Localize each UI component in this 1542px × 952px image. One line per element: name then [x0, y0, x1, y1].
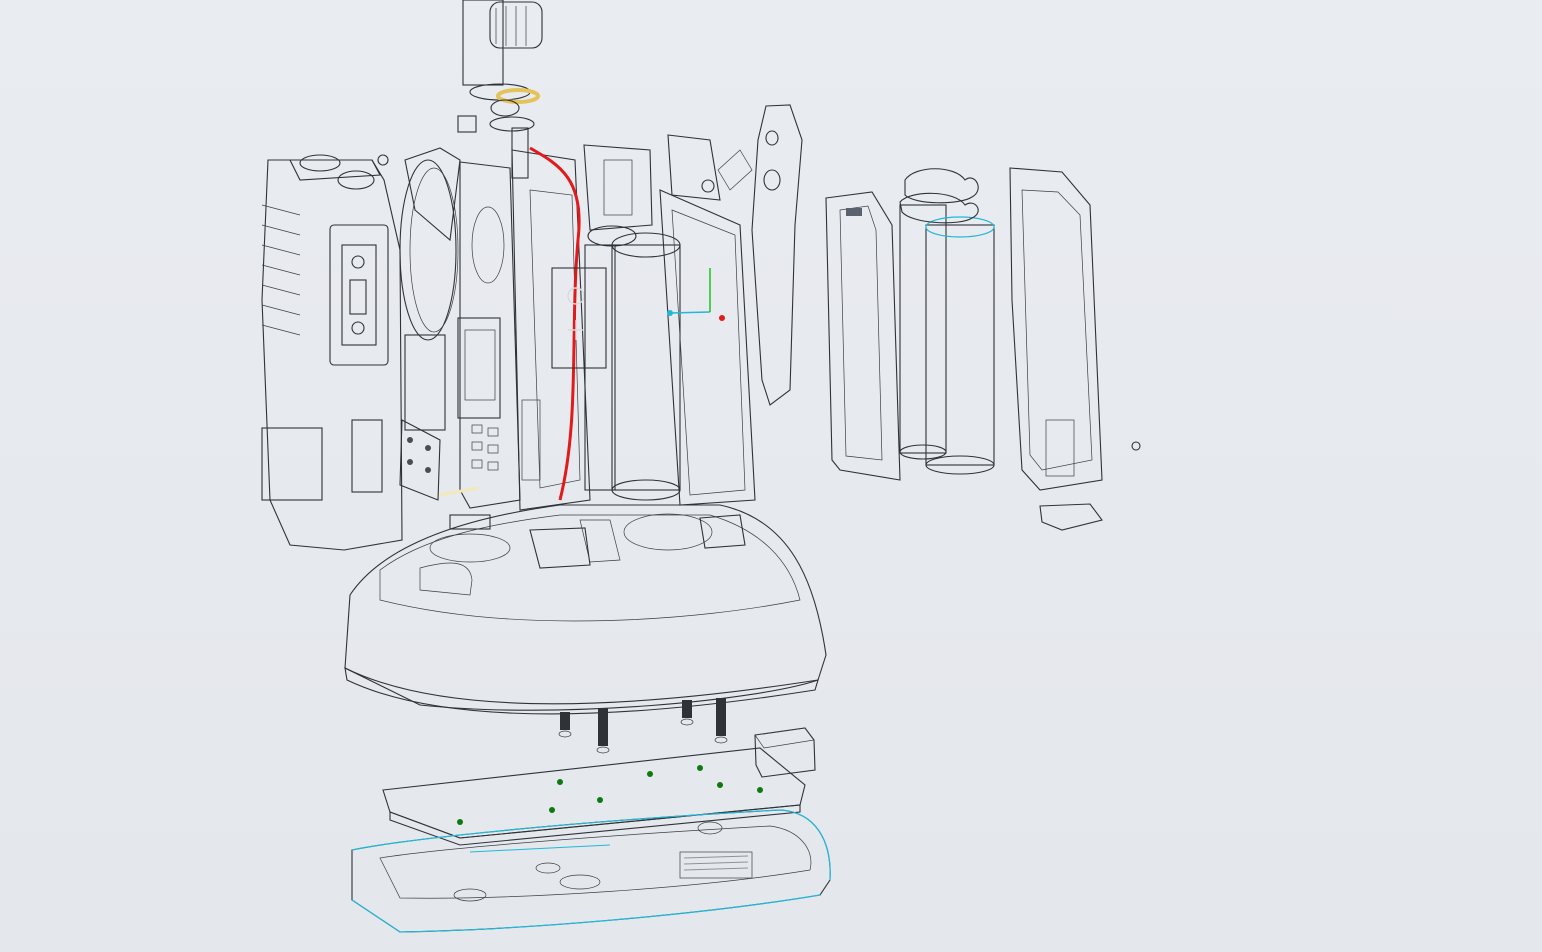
belt-clip[interactable] [717, 104, 803, 406]
cad-3d-viewport[interactable] [0, 0, 1542, 952]
battery-cell-front[interactable] [584, 225, 681, 501]
exploded-assembly-view[interactable] [0, 0, 1542, 952]
label-plate[interactable] [551, 267, 607, 369]
red-wire[interactable] [529, 146, 581, 501]
charger-connector[interactable] [754, 727, 816, 778]
knob-assembly[interactable] [457, 0, 543, 179]
battery-clip-bracket[interactable] [583, 134, 756, 506]
charger-base-top[interactable] [344, 504, 827, 715]
front-housing[interactable] [261, 154, 403, 551]
battery-cell-pair[interactable] [899, 168, 995, 475]
battery-door[interactable] [1009, 167, 1141, 531]
charger-pcb[interactable] [382, 747, 806, 846]
battery-cover[interactable] [825, 191, 901, 481]
charger-base-bottom[interactable] [351, 809, 831, 933]
main-pcb[interactable] [439, 161, 521, 530]
speaker[interactable] [399, 147, 461, 501]
